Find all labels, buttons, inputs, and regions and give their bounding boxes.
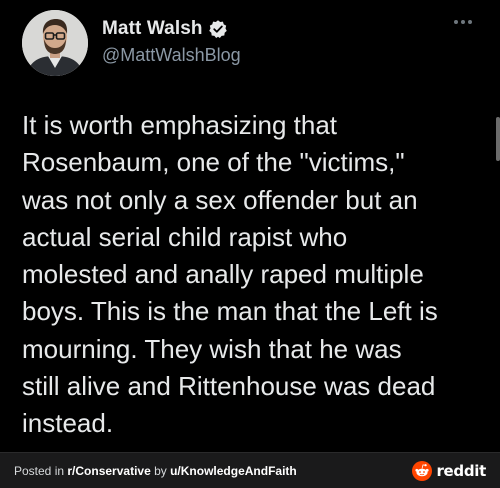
verified-badge-icon: [208, 19, 228, 39]
reddit-alien-icon: [412, 461, 433, 481]
screenshot-page: Matt Walsh @MattWalshBlog It is worth em…: [0, 0, 500, 488]
reddit-logo[interactable]: reddit: [412, 461, 486, 481]
tweet-card: Matt Walsh @MattWalshBlog It is worth em…: [0, 0, 500, 452]
reddit-footer-bar: Posted in r/Conservative by u/KnowledgeA…: [0, 452, 500, 488]
more-options-icon[interactable]: [454, 20, 472, 24]
more-dot: [461, 20, 465, 24]
avatar[interactable]: [22, 10, 88, 76]
subreddit-link[interactable]: r/Conservative: [67, 464, 150, 478]
avatar-portrait-icon: [22, 10, 88, 76]
by-text: by: [150, 463, 171, 478]
author-display-name[interactable]: Matt Walsh: [102, 18, 203, 40]
posted-in-caption: Posted in r/Conservative by u/KnowledgeA…: [14, 464, 297, 478]
username-link[interactable]: u/KnowledgeAndFaith: [170, 464, 297, 478]
scrollbar-thumb[interactable]: [496, 117, 500, 161]
more-dot: [454, 20, 458, 24]
reddit-wordmark: reddit: [436, 462, 486, 480]
tweet-text: It is worth emphasizing that Rosenbaum, …: [22, 110, 438, 439]
more-dot: [468, 20, 472, 24]
author-handle[interactable]: @MattWalshBlog: [102, 45, 241, 66]
posted-in-prefix: Posted in: [14, 463, 68, 478]
author-name-row: Matt Walsh: [102, 18, 228, 40]
